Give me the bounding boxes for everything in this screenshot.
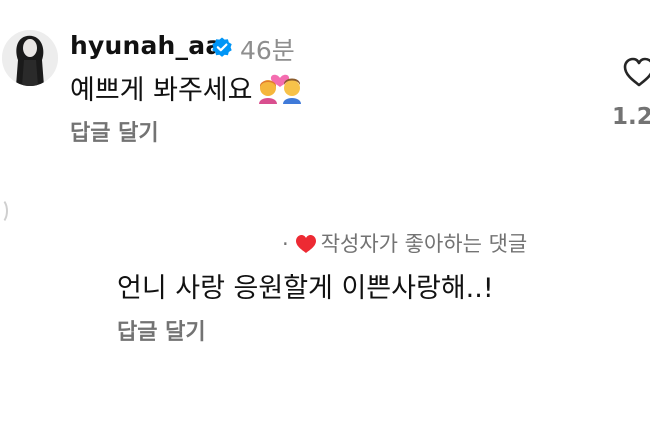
author-liked-indicator: · 작성자가 좋아하는 댓글 <box>282 228 527 258</box>
verified-badge-icon <box>212 37 232 57</box>
like-count: 1.2 <box>612 104 650 130</box>
separator-dot: · <box>282 232 289 256</box>
comments-view: hyunah_aa 46분 예쁘게 봐주세요 답글 달기 1.2 · 작성자가 … <box>0 0 650 440</box>
comment-timestamp: 46분 <box>240 36 295 65</box>
heart-outline-icon[interactable] <box>622 56 650 88</box>
reply-button[interactable]: 답글 달기 <box>70 115 159 147</box>
reply-text: 언니 사랑 응원할게 이쁜사랑해..! <box>117 273 494 304</box>
couple-with-heart-emoji <box>259 74 301 104</box>
comment-username[interactable]: hyunah_aa <box>70 31 222 60</box>
avatar[interactable] <box>2 30 58 86</box>
collapse-handle-icon <box>0 198 8 224</box>
red-heart-icon <box>295 235 316 253</box>
reply-button-2[interactable]: 답글 달기 <box>117 314 206 346</box>
author-liked-label: 작성자가 좋아하는 댓글 <box>320 232 528 256</box>
comment-text: 예쁘게 봐주세요 <box>70 75 253 106</box>
